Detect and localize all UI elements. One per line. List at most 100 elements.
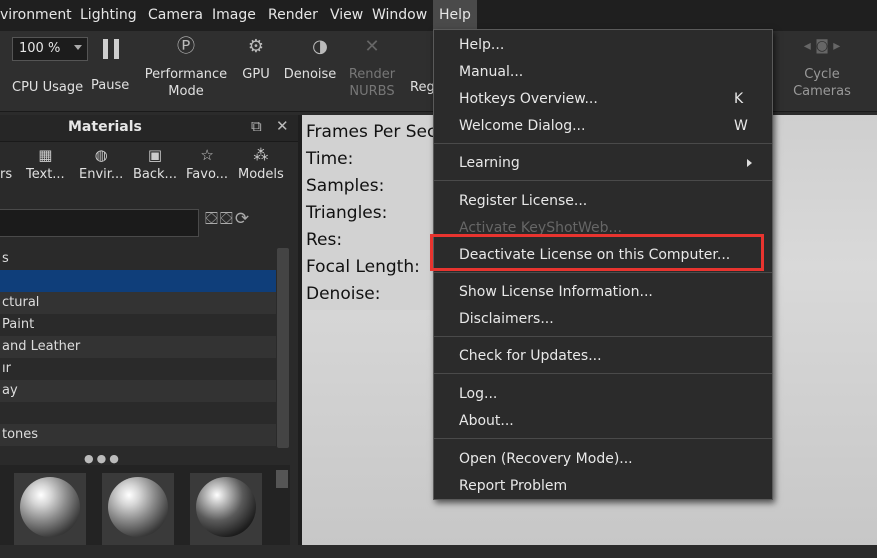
menu-item-hotkeys[interactable]: Hotkeys Overview... K — [434, 86, 772, 112]
globe-icon: ◍ — [94, 146, 108, 164]
menu-item-check-updates[interactable]: Check for Updates... — [434, 343, 772, 369]
menu-environment[interactable]: vironment — [0, 0, 72, 31]
tree-item[interactable]: ctural — [0, 292, 276, 314]
pause-button[interactable]: Pause — [91, 77, 129, 94]
menu-item-show-license-info[interactable]: Show License Information... — [434, 279, 772, 305]
menu-item-disclaimers[interactable]: Disclaimers... — [434, 306, 772, 332]
menu-item-learning[interactable]: Learning — [434, 150, 772, 176]
menu-item-label: Check for Updates... — [459, 348, 602, 364]
menu-item-about[interactable]: About... — [434, 408, 772, 434]
menu-help[interactable]: Help — [433, 0, 477, 31]
menu-item-label: Hotkeys Overview... — [459, 91, 598, 107]
tree-item[interactable]: s — [0, 248, 276, 270]
cpu-usage-button[interactable]: CPU Usage — [12, 79, 83, 96]
tab-backplates[interactable]: ▣ Back... — [133, 146, 177, 182]
material-sphere — [108, 477, 168, 537]
tab-colors[interactable]: rs — [0, 146, 12, 182]
close-icon[interactable]: ✕ — [276, 117, 289, 135]
performance-mode-button[interactable]: Ⓟ Performance Mode — [140, 38, 232, 100]
tree-item[interactable]: Paint — [0, 314, 276, 336]
splitter-handle[interactable]: ●●● — [84, 452, 122, 465]
tab-favorites[interactable]: ☆ Favo... — [186, 146, 228, 182]
tree-item[interactable]: ay — [0, 380, 276, 402]
texture-icon: ▦ — [38, 146, 53, 164]
hud-triangles: Triangles: — [306, 203, 388, 223]
tree-scrollbar[interactable] — [277, 248, 289, 448]
region-button[interactable]: Reg — [410, 79, 435, 96]
tab-textures[interactable]: ▦ Text... — [26, 146, 65, 182]
menu-window[interactable]: Window — [372, 0, 427, 31]
tree-item[interactable] — [0, 402, 276, 424]
panel-title: Materials — [68, 119, 142, 135]
menu-item-label: Welcome Dialog... — [459, 118, 586, 134]
chevron-down-icon — [74, 45, 82, 50]
star-icon: ☆ — [200, 146, 214, 164]
menu-camera[interactable]: Camera — [148, 0, 203, 31]
colors-icon — [0, 146, 12, 166]
performance-mode-label-2: Mode — [168, 84, 204, 99]
menu-item-label: Register License... — [459, 193, 588, 209]
tab-models[interactable]: ⁂ Models — [238, 146, 284, 182]
menu-item-label: Learning — [459, 155, 520, 171]
performance-mode-label: Performance — [144, 67, 228, 82]
menu-view[interactable]: View — [330, 0, 363, 31]
image-icon: ▣ — [147, 146, 163, 164]
menu-separator — [434, 438, 772, 439]
menu-item-recovery-mode[interactable]: Open (Recovery Mode)... — [434, 446, 772, 472]
menu-separator — [434, 180, 772, 181]
tree-item[interactable]: and Leather — [0, 336, 276, 358]
material-sphere — [196, 477, 256, 537]
denoise-button[interactable]: ◑ Denoise — [282, 38, 338, 83]
menu-item-report-problem[interactable]: Report Problem — [434, 473, 772, 499]
menu-item-welcome[interactable]: Welcome Dialog... W — [434, 113, 772, 139]
menu-render[interactable]: Render — [268, 0, 318, 31]
tab-environments[interactable]: ◍ Envir... — [79, 146, 123, 182]
tree-item[interactable]: ır — [0, 358, 276, 380]
menu-item-help[interactable]: Help... — [434, 32, 772, 58]
menu-item-label: About... — [459, 413, 514, 429]
camera-cycle-icon: ◂ ◙ ▸ — [803, 38, 841, 54]
hud-time: Time: — [306, 149, 354, 169]
material-sphere — [20, 477, 80, 537]
menu-item-label: Disclaimers... — [459, 311, 554, 327]
material-thumbnail[interactable] — [102, 473, 174, 545]
submenu-arrow-icon — [747, 159, 752, 167]
tree-item-selected[interactable] — [0, 270, 276, 292]
menu-item-manual[interactable]: Manual... — [434, 59, 772, 85]
render-nurbs-label: Render — [348, 67, 396, 82]
menu-bar: vironment Lighting Camera Image Render V… — [0, 0, 877, 32]
gpu-button[interactable]: ⚙ GPU — [240, 38, 272, 83]
tab-label: Envir... — [79, 167, 124, 182]
folder-action-icons[interactable]: ⛋⛋⟳ — [205, 209, 251, 229]
hud-denoise: Denoise: — [306, 284, 381, 304]
hud-resolution: Res: — [306, 230, 343, 250]
cycle-cameras-button[interactable]: ◂ ◙ ▸ Cycle Cameras — [790, 38, 854, 100]
menu-item-label: Log... — [459, 386, 498, 402]
gpu-label: GPU — [242, 67, 270, 82]
pause-icon — [103, 39, 121, 59]
materials-panel: Materials ⧉ ✕ rs ▦ Text... ◍ Envir... ▣ Bac… — [0, 115, 298, 545]
material-thumbnail[interactable] — [190, 473, 262, 545]
highlight-box — [430, 234, 764, 271]
tab-label: Favo... — [186, 167, 229, 182]
tree-item[interactable]: tones — [0, 424, 276, 446]
material-thumbnail[interactable] — [14, 473, 86, 545]
tab-label: Models — [238, 167, 284, 182]
gpu-chip-icon: ⚙ — [247, 36, 265, 57]
hud-focal-length: Focal Length: — [306, 257, 420, 277]
menu-item-log[interactable]: Log... — [434, 381, 772, 407]
render-nurbs-button[interactable]: ✕ Render NURBS — [346, 38, 398, 100]
menu-item-register-license[interactable]: Register License... — [434, 188, 772, 214]
nurbs-icon: ✕ — [364, 36, 380, 57]
shortcut-label: K — [734, 91, 744, 107]
panel-header: Materials ⧉ ✕ — [0, 115, 298, 142]
menu-lighting[interactable]: Lighting — [80, 0, 137, 31]
menu-separator — [434, 143, 772, 144]
undock-icon[interactable]: ⧉ — [251, 117, 262, 135]
tab-label: Back... — [133, 167, 177, 182]
menu-separator — [434, 272, 772, 273]
thumbnail-scrollbar[interactable] — [276, 470, 288, 488]
menu-image[interactable]: Image — [212, 0, 256, 31]
search-input[interactable] — [0, 209, 199, 237]
tab-label: rs — [0, 167, 13, 182]
